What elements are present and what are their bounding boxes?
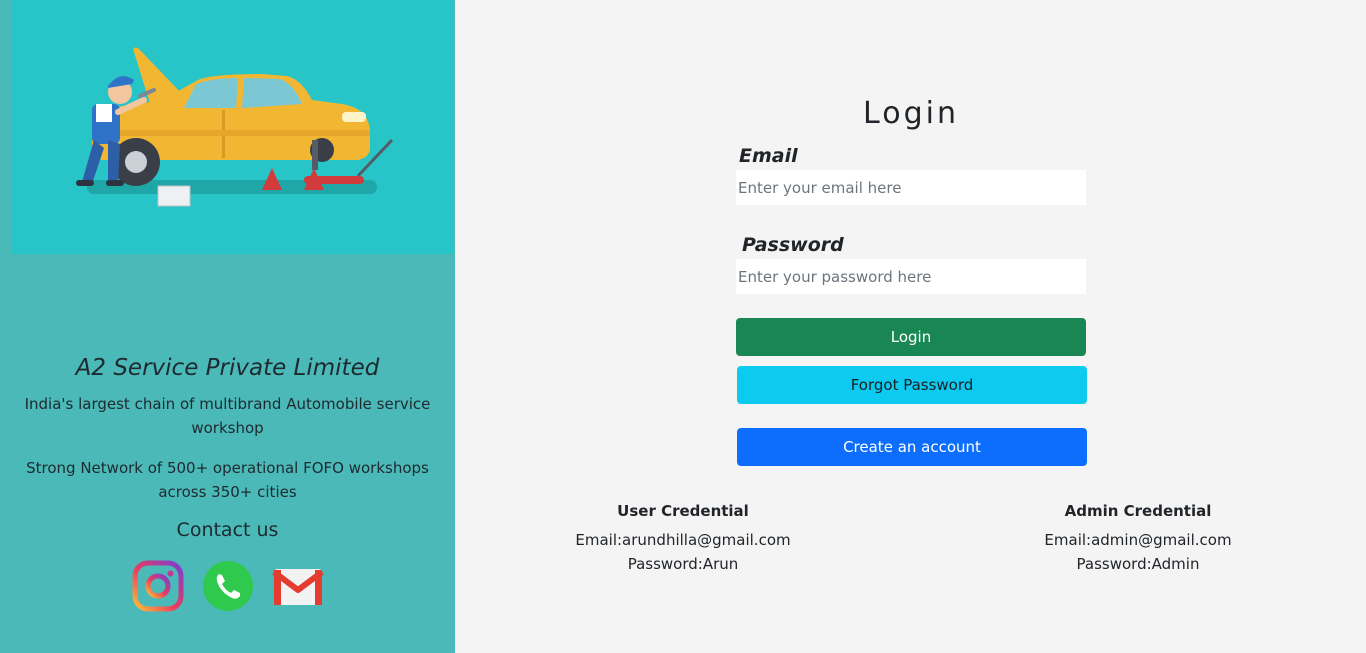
gmail-icon[interactable] [272, 560, 324, 612]
contact-title: Contact us [176, 519, 279, 541]
whatsapp-icon[interactable] [202, 560, 254, 612]
company-name: A2 Service Private Limited [75, 355, 380, 381]
tagline-secondary: Strong Network of 500+ operational FOFO … [26, 459, 429, 501]
create-account-button[interactable]: Create an account [737, 428, 1087, 466]
admin-credential-password: Password:Admin [1076, 555, 1200, 573]
user-credential-email: Email:arundhilla@gmail.com [575, 531, 791, 549]
email-label: Email [739, 145, 798, 167]
brand-panel: A2 Service Private Limited India's large… [0, 0, 455, 653]
login-button[interactable]: Login [736, 318, 1086, 356]
user-credential-password: Password:Arun [627, 555, 739, 573]
user-credential-block: User Credential Email:arundhilla@gmail.c… [533, 499, 833, 576]
admin-credential-title: Admin Credential [1064, 502, 1212, 520]
user-credential-title: User Credential [617, 502, 749, 520]
password-field[interactable] [736, 259, 1086, 294]
mechanic-illustration [12, 0, 454, 254]
admin-credential-email: Email:admin@gmail.com [1044, 531, 1232, 549]
admin-credential-block: Admin Credential Email:admin@gmail.com P… [988, 499, 1288, 576]
forgot-password-button[interactable]: Forgot Password [737, 366, 1087, 404]
instagram-icon[interactable] [132, 560, 184, 612]
tagline-primary: India's largest chain of multibrand Auto… [24, 395, 431, 437]
email-field[interactable] [736, 170, 1086, 205]
password-label: Password [742, 234, 844, 256]
login-title: Login [863, 96, 959, 131]
